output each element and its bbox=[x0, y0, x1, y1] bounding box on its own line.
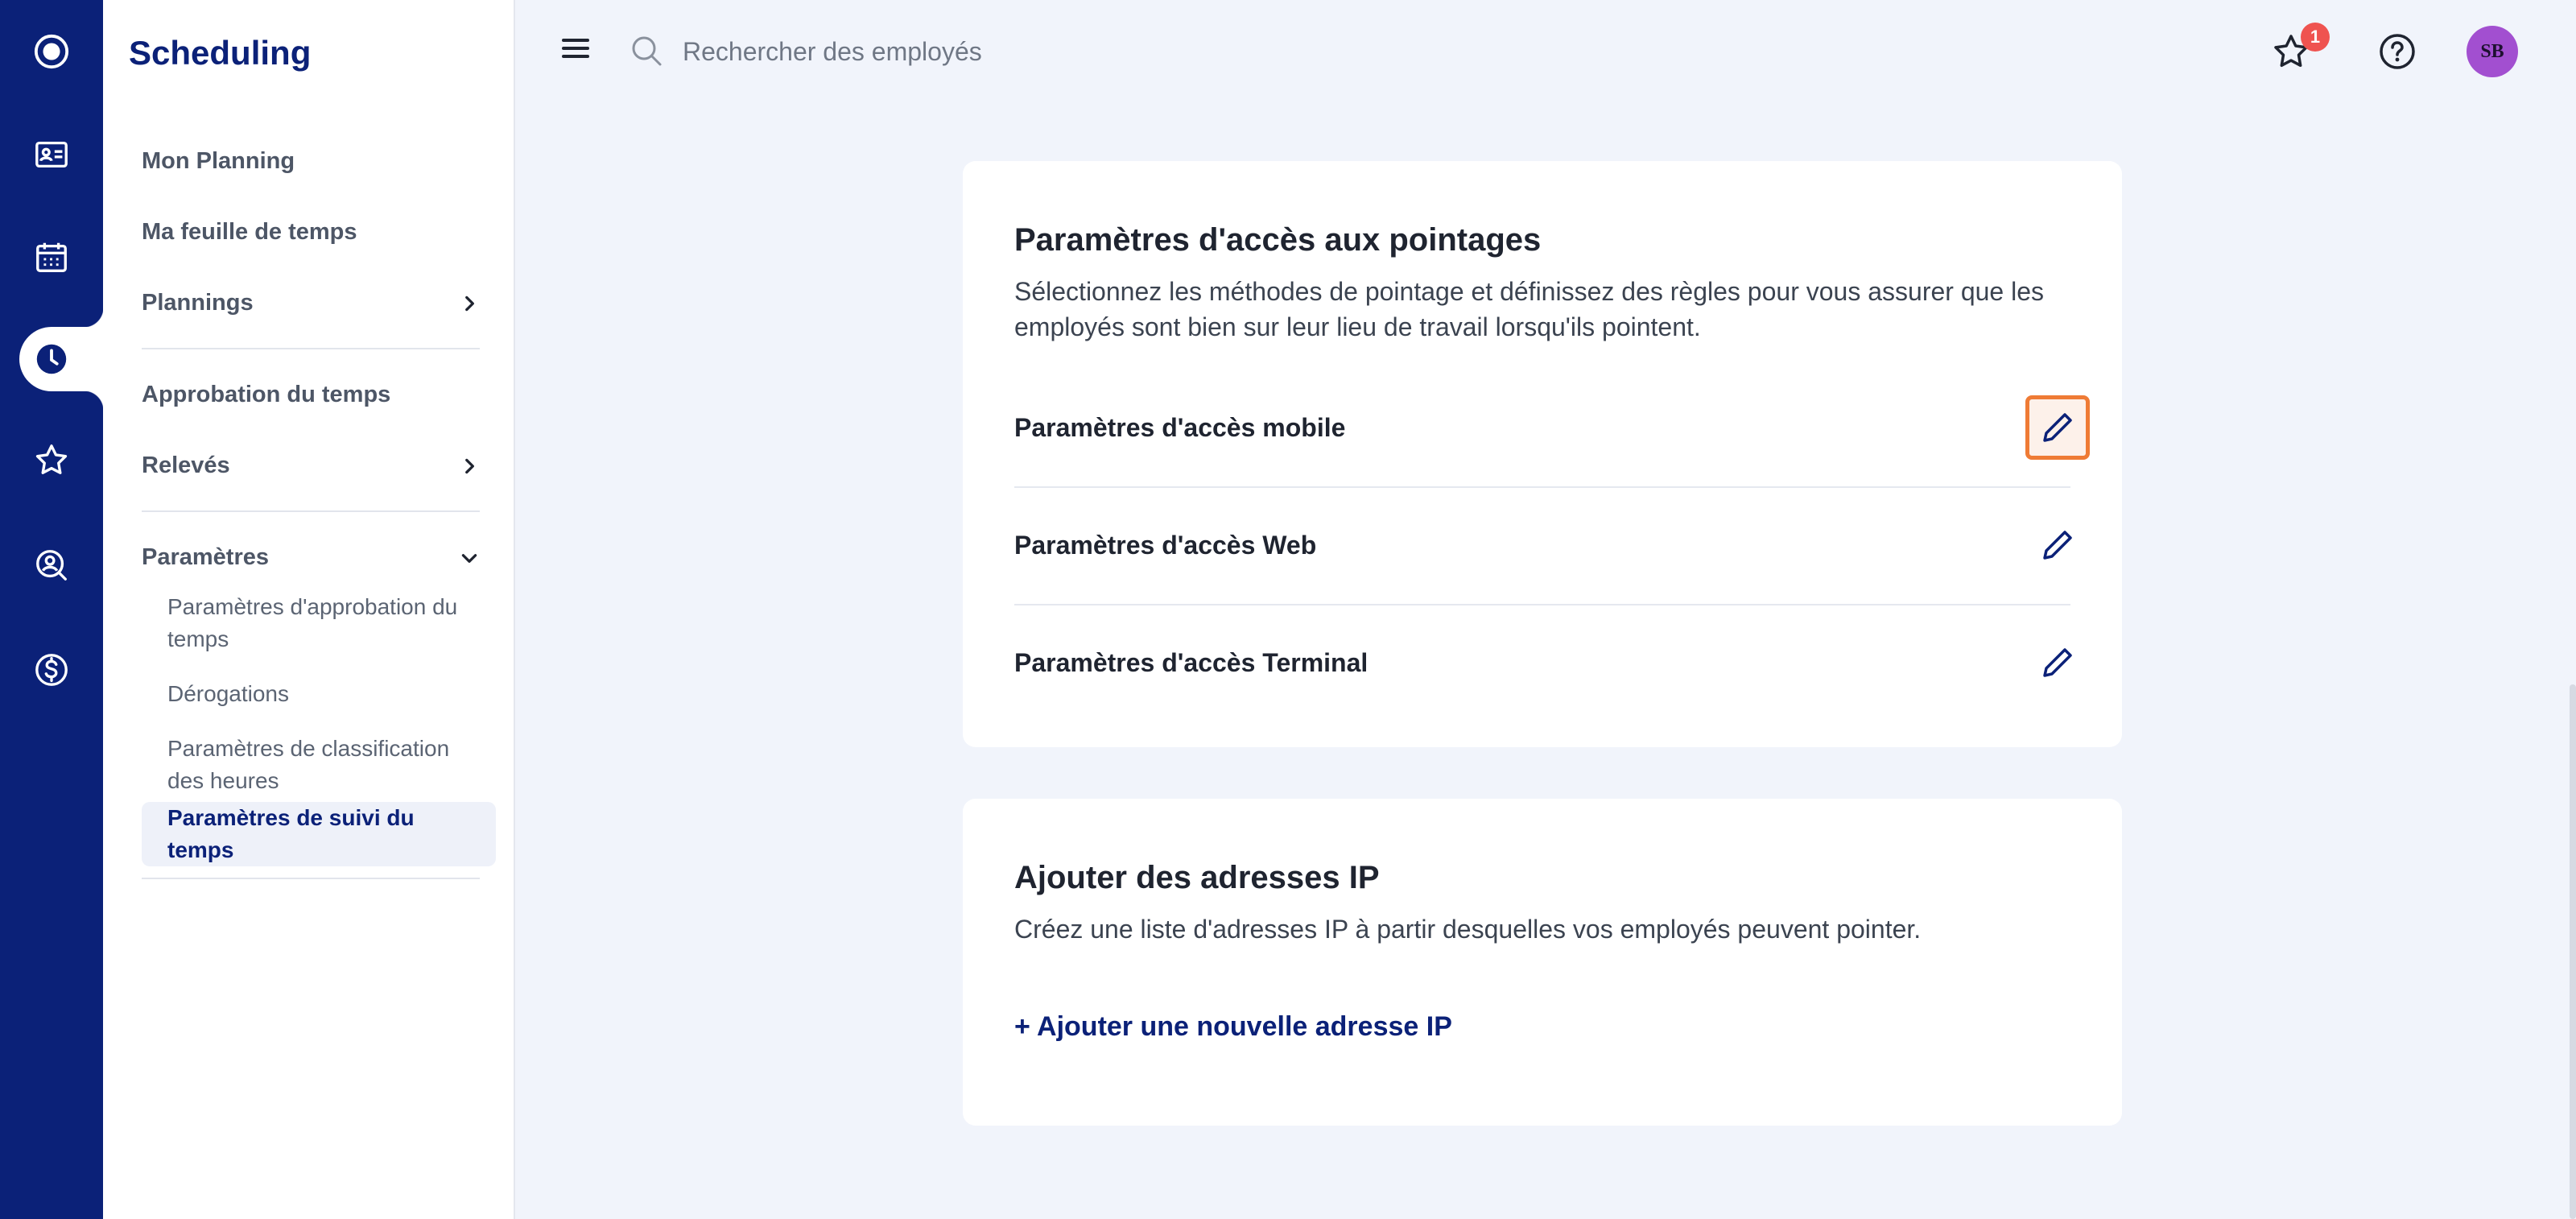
nav-item-mon-planning[interactable]: Mon Planning bbox=[142, 148, 480, 175]
row-mobile-access: Paramètres d'accès mobile bbox=[1014, 369, 2090, 486]
star-icon[interactable] bbox=[0, 428, 103, 493]
nav-item-parametres[interactable]: Paramètres bbox=[142, 544, 480, 571]
id-card-icon[interactable] bbox=[0, 122, 103, 187]
row-web-access: Paramètres d'accès Web bbox=[1014, 486, 2072, 604]
pencil-icon bbox=[2043, 531, 2072, 560]
side-navigation: Scheduling Mon Planning Ma feuille de te… bbox=[103, 0, 515, 1219]
pencil-icon bbox=[2043, 413, 2072, 442]
search-person-icon[interactable] bbox=[0, 533, 103, 597]
add-ip-address-link[interactable]: + Ajouter une nouvelle adresse IP bbox=[1014, 1011, 1452, 1043]
sub-item-approbation[interactable]: Paramètres d'approbation du temps bbox=[167, 591, 473, 655]
search-icon bbox=[632, 36, 662, 66]
nav-item-releves[interactable]: Relevés bbox=[142, 452, 480, 479]
search-input[interactable] bbox=[683, 27, 1327, 76]
ip-addresses-card: Ajouter des adresses IP Créez une liste … bbox=[963, 799, 2122, 1126]
calendar-icon[interactable] bbox=[0, 225, 103, 290]
nav-divider bbox=[142, 348, 480, 349]
app-title: Scheduling bbox=[129, 34, 312, 72]
user-avatar[interactable]: SB bbox=[2467, 26, 2518, 77]
ip-addresses-description: Créez une liste d'adresses IP à partir d… bbox=[1014, 915, 1922, 944]
web-access-label: Paramètres d'accès Web bbox=[1014, 530, 1317, 560]
sub-item-classification[interactable]: Paramètres de classification des heures bbox=[167, 733, 473, 797]
clock-icon[interactable] bbox=[19, 327, 84, 391]
edit-terminal-access-button[interactable] bbox=[2025, 630, 2090, 695]
chevron-right-icon bbox=[465, 295, 474, 311]
access-settings-card: Paramètres d'accès aux pointages Sélecti… bbox=[963, 161, 2122, 747]
chevron-right-icon bbox=[465, 458, 474, 473]
pencil-icon bbox=[2043, 648, 2072, 677]
row-terminal-access: Paramètres d'accès Terminal bbox=[1014, 604, 2072, 721]
help-icon[interactable] bbox=[2376, 31, 2418, 72]
mobile-access-label: Paramètres d'accès mobile bbox=[1014, 412, 1346, 442]
edit-mobile-access-button[interactable] bbox=[2025, 395, 2090, 460]
nav-item-ma-feuille-de-temps[interactable]: Ma feuille de temps bbox=[142, 219, 480, 246]
access-settings-description: Sélectionnez les méthodes de pointage et… bbox=[1014, 277, 2044, 341]
notification-badge: 1 bbox=[2301, 23, 2330, 52]
top-header: 1 SB bbox=[517, 0, 2576, 103]
menu-icon[interactable] bbox=[562, 37, 589, 60]
sub-item-suivi-du-temps[interactable]: Paramètres de suivi du temps bbox=[167, 802, 473, 866]
nav-divider bbox=[142, 878, 480, 879]
terminal-access-label: Paramètres d'accès Terminal bbox=[1014, 647, 1368, 677]
dollar-icon[interactable] bbox=[0, 638, 103, 702]
edit-web-access-button[interactable] bbox=[2025, 513, 2090, 577]
nav-item-approbation-du-temps[interactable]: Approbation du temps bbox=[142, 382, 480, 408]
ip-addresses-title: Ajouter des adresses IP bbox=[1014, 860, 1380, 895]
nav-item-plannings[interactable]: Plannings bbox=[142, 290, 480, 316]
page-scrollbar[interactable] bbox=[2570, 684, 2576, 1219]
nav-divider bbox=[142, 510, 480, 512]
app-logo-icon[interactable] bbox=[0, 19, 103, 84]
access-settings-title: Paramètres d'accès aux pointages bbox=[1014, 222, 1542, 258]
chevron-down-icon bbox=[461, 553, 477, 563]
app-rail bbox=[0, 0, 103, 1219]
sub-item-derogations[interactable]: Dérogations bbox=[167, 678, 473, 710]
